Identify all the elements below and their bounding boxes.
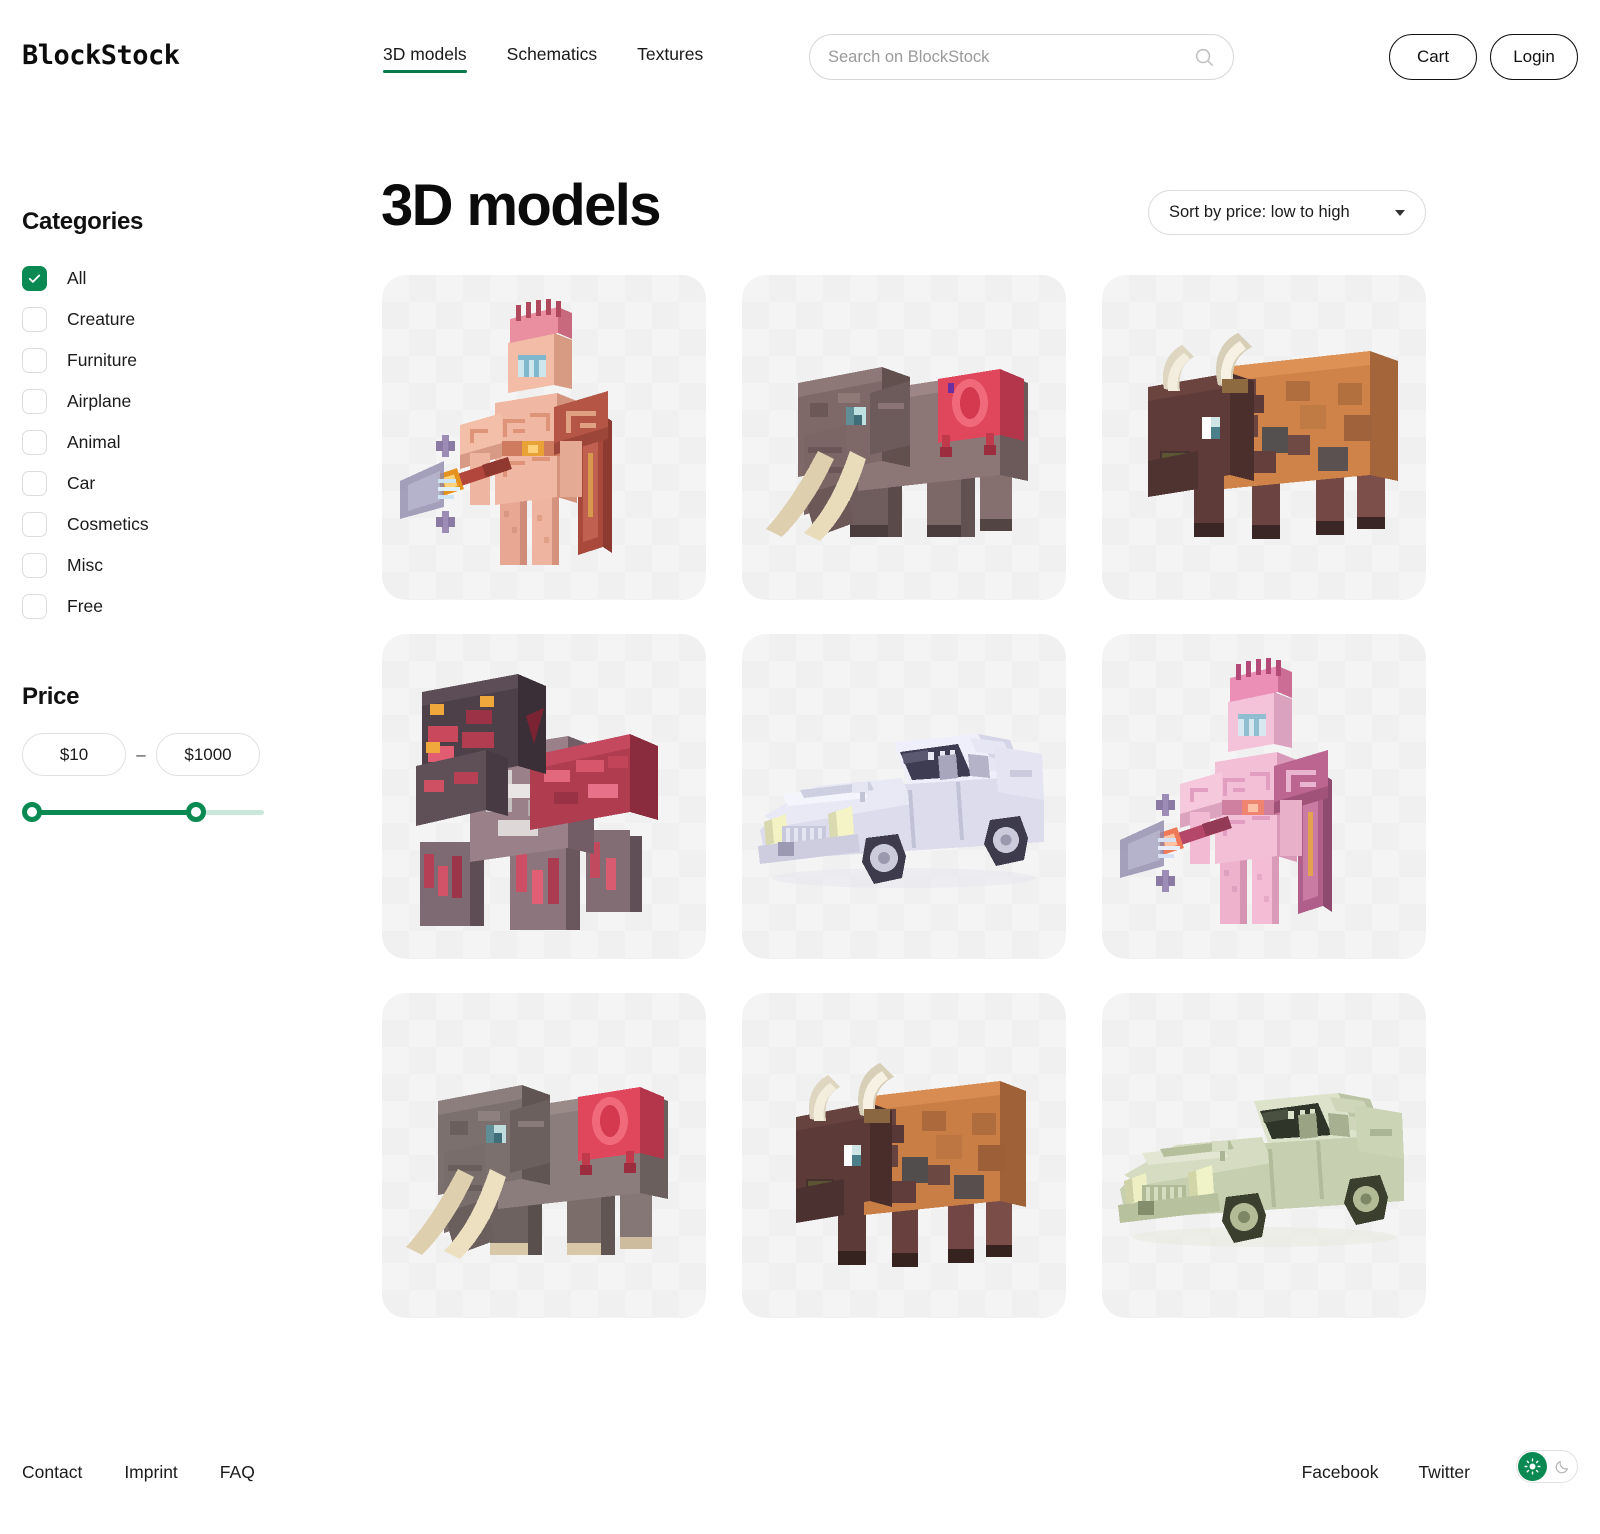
- checkbox-misc[interactable]: [22, 553, 47, 578]
- moon-icon[interactable]: [1547, 1452, 1576, 1481]
- category-item-cosmetics[interactable]: Cosmetics: [22, 504, 322, 545]
- model-card[interactable]: [382, 275, 706, 600]
- categories-heading: Categories: [22, 208, 144, 235]
- model-thumbnail-warrior-salmon: [400, 299, 612, 565]
- checkbox-furniture[interactable]: [22, 348, 47, 373]
- slider-fill: [26, 810, 194, 815]
- price-range-slider[interactable]: [22, 802, 264, 822]
- footer-link-twitter[interactable]: Twitter: [1418, 1462, 1470, 1483]
- category-label: Creature: [67, 309, 136, 329]
- moon-glyph: [1555, 1460, 1568, 1473]
- slider-handle-max[interactable]: [186, 802, 206, 822]
- chevron-down-icon: [1395, 209, 1405, 216]
- category-item-creature[interactable]: Creature: [22, 299, 322, 340]
- sort-selected-value: Sort by price: low to high: [1169, 203, 1350, 221]
- model-thumbnail-car-green: [1118, 1093, 1404, 1247]
- category-label: Misc: [67, 555, 103, 575]
- checkbox-animal[interactable]: [22, 430, 47, 455]
- price-inputs: –: [22, 733, 322, 776]
- model-thumbnail-bison-rust: [1148, 333, 1398, 539]
- category-item-misc[interactable]: Misc: [22, 545, 322, 586]
- model-card[interactable]: [1102, 993, 1426, 1318]
- checkbox-creature[interactable]: [22, 307, 47, 332]
- site-footer: Contact Imprint FAQ Facebook Twitter: [0, 1424, 1600, 1534]
- search-input[interactable]: [828, 47, 1193, 67]
- model-card[interactable]: [382, 634, 706, 959]
- sun-icon[interactable]: [1518, 1452, 1547, 1481]
- site-header: BlockStock 3D models Schematics Textures…: [0, 0, 1600, 118]
- price-separator: –: [136, 744, 146, 764]
- model-card[interactable]: [1102, 634, 1426, 959]
- header-actions: Cart Login: [1389, 34, 1578, 80]
- model-thumbnail-mammoth-grey: [406, 1085, 668, 1259]
- category-label: All: [67, 268, 87, 288]
- footer-link-contact[interactable]: Contact: [22, 1462, 82, 1483]
- site-logo[interactable]: BlockStock: [22, 40, 180, 71]
- filters-sidebar: Categories All Creature Furniture Airpla…: [22, 208, 322, 822]
- price-heading: Price: [22, 683, 80, 710]
- model-card[interactable]: [742, 275, 1066, 600]
- category-item-car[interactable]: Car: [22, 463, 322, 504]
- footer-left-links: Contact Imprint FAQ: [22, 1462, 255, 1483]
- category-label: Cosmetics: [67, 514, 149, 534]
- checkbox-car[interactable]: [22, 471, 47, 496]
- nav-label: 3D models: [383, 44, 467, 64]
- nav-label: Schematics: [506, 44, 598, 64]
- price-max-input[interactable]: [156, 733, 260, 776]
- category-label: Furniture: [67, 350, 138, 370]
- category-label: Free: [67, 596, 103, 616]
- sort-dropdown[interactable]: Sort by price: low to high: [1148, 190, 1426, 235]
- model-grid: [382, 275, 1426, 1318]
- category-label: Animal: [67, 432, 121, 452]
- nav-item-textures[interactable]: Textures: [637, 44, 703, 93]
- category-item-all[interactable]: All: [22, 258, 322, 299]
- model-card[interactable]: [742, 634, 1066, 959]
- model-card[interactable]: [382, 993, 706, 1318]
- footer-link-imprint[interactable]: Imprint: [124, 1462, 177, 1483]
- footer-link-faq[interactable]: FAQ: [220, 1462, 255, 1483]
- model-thumbnail-golem-crimson: [416, 674, 658, 930]
- sun-glyph: [1524, 1458, 1541, 1475]
- model-card[interactable]: [1102, 275, 1426, 600]
- model-thumbnail-car-white: [758, 734, 1044, 888]
- search-icon[interactable]: [1193, 46, 1215, 68]
- category-item-animal[interactable]: Animal: [22, 422, 322, 463]
- category-item-free[interactable]: Free: [22, 586, 322, 627]
- main-nav: 3D models Schematics Textures: [383, 44, 703, 93]
- page-title: 3D models: [381, 173, 662, 238]
- search-box[interactable]: [809, 34, 1234, 80]
- nav-item-schematics[interactable]: Schematics: [507, 44, 597, 93]
- model-thumbnail-warrior-pink: [1120, 658, 1332, 924]
- model-thumbnail-bison-ochre: [796, 1063, 1026, 1267]
- nav-item-3d-models[interactable]: 3D models: [383, 44, 467, 93]
- model-card[interactable]: [742, 993, 1066, 1318]
- checkbox-cosmetics[interactable]: [22, 512, 47, 537]
- checkbox-airplane[interactable]: [22, 389, 47, 414]
- category-label: Airplane: [67, 391, 132, 411]
- check-icon: [28, 274, 41, 283]
- checkbox-free[interactable]: [22, 594, 47, 619]
- cart-button[interactable]: Cart: [1389, 34, 1477, 80]
- category-label: Car: [67, 473, 96, 493]
- category-item-airplane[interactable]: Airplane: [22, 381, 322, 422]
- checkbox-all[interactable]: [22, 266, 47, 291]
- footer-right-links: Facebook Twitter: [1302, 1462, 1470, 1483]
- category-item-furniture[interactable]: Furniture: [22, 340, 322, 381]
- price-min-input[interactable]: [22, 733, 126, 776]
- theme-toggle[interactable]: [1516, 1450, 1578, 1483]
- slider-handle-min[interactable]: [22, 802, 42, 822]
- login-button[interactable]: Login: [1490, 34, 1578, 80]
- footer-link-facebook[interactable]: Facebook: [1302, 1462, 1379, 1483]
- model-thumbnail-mammoth-brown: [766, 367, 1028, 541]
- nav-label: Textures: [637, 44, 704, 64]
